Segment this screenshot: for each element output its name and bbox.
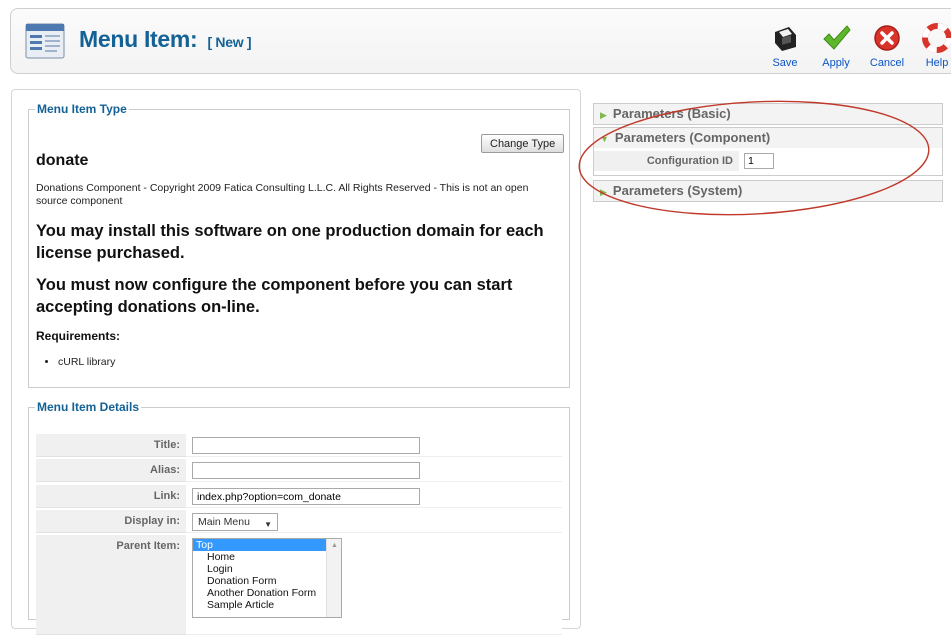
parent-option[interactable]: Top <box>193 539 341 551</box>
menu-item-type-panel: Menu Item Type Change Type donate Donati… <box>28 102 570 388</box>
alias-row: Alias: <box>36 459 562 483</box>
page-title-tag: [ New ] <box>207 34 252 50</box>
toolbar: Menu Item: [ New ] Save Apply Cancel Hel… <box>10 8 951 74</box>
check-icon <box>823 25 851 50</box>
chevron-down-icon: ▼ <box>264 520 272 529</box>
title-label: Title: <box>36 434 186 457</box>
license-note: You may install this software on one pro… <box>36 222 544 262</box>
menu-item-type-name: donate <box>36 152 89 169</box>
configuration-id-input[interactable] <box>744 153 774 169</box>
change-type-button[interactable]: Change Type <box>481 134 565 153</box>
cancel-button[interactable]: Cancel <box>862 23 912 69</box>
menu-manager-icon <box>25 23 65 59</box>
help-label: Help <box>925 57 949 69</box>
parent-option[interactable]: Donation Form <box>193 575 341 587</box>
link-input[interactable] <box>192 488 420 505</box>
display-in-row: Display in: Main Menu ▼ <box>36 510 562 534</box>
alias-label: Alias: <box>36 459 186 482</box>
requirements-label: Requirements: <box>36 329 121 343</box>
parent-option[interactable]: Sample Article <box>193 599 341 611</box>
parameters-basic-label: Parameters (Basic) <box>612 106 731 121</box>
scroll-up-arrow-icon: ▲ <box>331 542 338 549</box>
parameters-system-label: Parameters (System) <box>612 183 743 198</box>
cancel-icon <box>874 25 900 51</box>
title-input[interactable] <box>192 437 420 454</box>
listbox-scrollbar[interactable]: ▲ <box>326 539 341 617</box>
display-in-select[interactable]: Main Menu ▼ <box>192 513 278 531</box>
parent-item-listbox[interactable]: Top Home Login Donation Form Another Don… <box>192 538 342 618</box>
requirements-list: cURL library <box>36 356 115 368</box>
configuration-id-row: Configuration ID <box>593 148 943 176</box>
collapsed-triangle-icon: ▶ <box>600 110 607 120</box>
page-title-text: Menu Item: <box>79 26 198 52</box>
help-lifebuoy-icon <box>922 23 951 53</box>
parent-option[interactable]: Another Donation Form <box>193 587 341 599</box>
link-label: Link: <box>36 485 186 508</box>
menu-item-details-legend: Menu Item Details <box>37 400 140 414</box>
apply-button[interactable]: Apply <box>811 23 861 69</box>
menu-item-type-description: Donations Component - Copyright 2009 Fat… <box>36 182 529 207</box>
display-in-label: Display in: <box>36 510 186 533</box>
save-button[interactable]: Save <box>760 23 810 69</box>
parent-item-label: Parent Item: <box>36 535 186 635</box>
save-icon <box>775 27 796 51</box>
parameters-component-label: Parameters (Component) <box>614 130 771 145</box>
page-title: Menu Item: [ New ] <box>79 26 252 53</box>
collapsed-triangle-icon: ▶ <box>600 187 607 197</box>
link-row: Link: <box>36 485 562 509</box>
parameters-component-pane[interactable]: ▼ Parameters (Component) <box>593 127 943 149</box>
cancel-label: Cancel <box>869 57 905 69</box>
save-label: Save <box>772 57 798 69</box>
configuration-id-label: Configuration ID <box>594 151 739 171</box>
apply-label: Apply <box>822 57 850 69</box>
parent-item-row: Parent Item: Top Home Login Donation For… <box>36 535 562 635</box>
menu-item-type-legend: Menu Item Type <box>37 102 127 116</box>
requirement-item: cURL library <box>58 356 115 368</box>
menu-item-details-panel: Menu Item Details Title: Alias: Link: Di… <box>28 400 570 635</box>
help-button[interactable]: Help <box>912 23 951 69</box>
parameters-system-pane[interactable]: ▶ Parameters (System) <box>593 180 943 202</box>
parent-option[interactable]: Home <box>193 551 341 563</box>
expanded-triangle-icon: ▼ <box>600 134 609 144</box>
parent-option[interactable]: Login <box>193 563 341 575</box>
configure-note: You must now configure the component bef… <box>36 276 513 316</box>
alias-input[interactable] <box>192 462 420 479</box>
title-row: Title: <box>36 434 562 458</box>
display-in-value: Main Menu <box>198 516 250 528</box>
parameters-basic-pane[interactable]: ▶ Parameters (Basic) <box>593 103 943 125</box>
